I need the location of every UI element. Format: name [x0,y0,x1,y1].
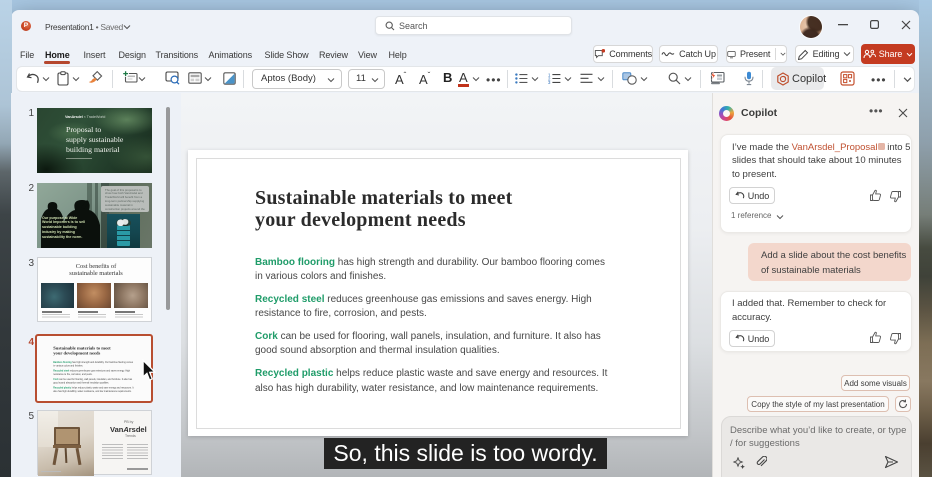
svg-text:3: 3 [548,80,551,84]
